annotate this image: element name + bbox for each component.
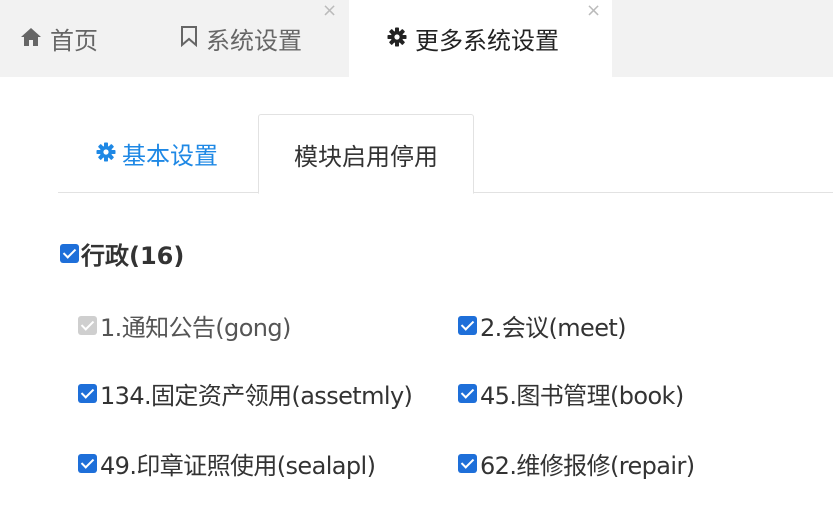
module-item: 62.维修报修(repair)	[458, 446, 695, 481]
close-icon[interactable]: ×	[586, 2, 601, 20]
tab-home-label: 首页	[50, 27, 98, 55]
module-checkbox[interactable]	[78, 454, 97, 473]
tab-basic-settings[interactable]: 基本设置	[58, 114, 256, 193]
module-label: 2.会议(meet)	[480, 314, 627, 342]
close-icon[interactable]: ×	[322, 2, 337, 20]
module-item: 2.会议(meet)	[458, 308, 627, 343]
module-label: 62.维修报修(repair)	[480, 452, 695, 480]
group-checkbox[interactable]	[60, 244, 79, 263]
home-icon	[20, 25, 42, 53]
module-label: 134.固定资产领用(assetmly)	[100, 382, 413, 410]
tab-module-toggle[interactable]: 模块启用停用	[258, 114, 474, 194]
module-checkbox	[78, 316, 97, 335]
top-tab-bar: 首页 系统设置 × 更多系统设置 ×	[0, 0, 833, 77]
tab-system-settings-label: 系统设置	[206, 27, 302, 55]
tab-system-settings[interactable]: 系统设置	[180, 0, 302, 77]
module-checkbox[interactable]	[458, 454, 477, 473]
module-label: 49.印章证照使用(sealapl)	[100, 452, 376, 480]
tab-more-system-settings-label: 更多系统设置	[415, 27, 559, 55]
module-checkbox[interactable]	[458, 316, 477, 335]
tab-more-system-settings[interactable]: 更多系统设置	[349, 0, 612, 77]
bookmark-icon	[180, 25, 198, 53]
module-checkbox[interactable]	[78, 384, 97, 403]
group-label: 行政(16)	[81, 242, 185, 270]
tab-home[interactable]: 首页	[20, 0, 98, 77]
module-item: 45.图书管理(book)	[458, 376, 684, 411]
group-admin: 行政(16)	[60, 236, 184, 271]
module-label: 45.图书管理(book)	[480, 382, 684, 410]
module-item: 134.固定资产领用(assetmly)	[78, 376, 413, 411]
module-item: 49.印章证照使用(sealapl)	[78, 446, 376, 481]
gear-icon	[96, 140, 116, 168]
settings-tabs: 基本设置 模块启用停用	[58, 114, 833, 194]
module-label: 1.通知公告(gong)	[100, 314, 291, 342]
module-checkbox[interactable]	[458, 384, 477, 403]
tab-basic-settings-label: 基本设置	[122, 142, 218, 170]
gear-icon	[387, 25, 407, 53]
module-item: 1.通知公告(gong)	[78, 308, 291, 343]
tab-module-toggle-label: 模块启用停用	[294, 142, 438, 171]
